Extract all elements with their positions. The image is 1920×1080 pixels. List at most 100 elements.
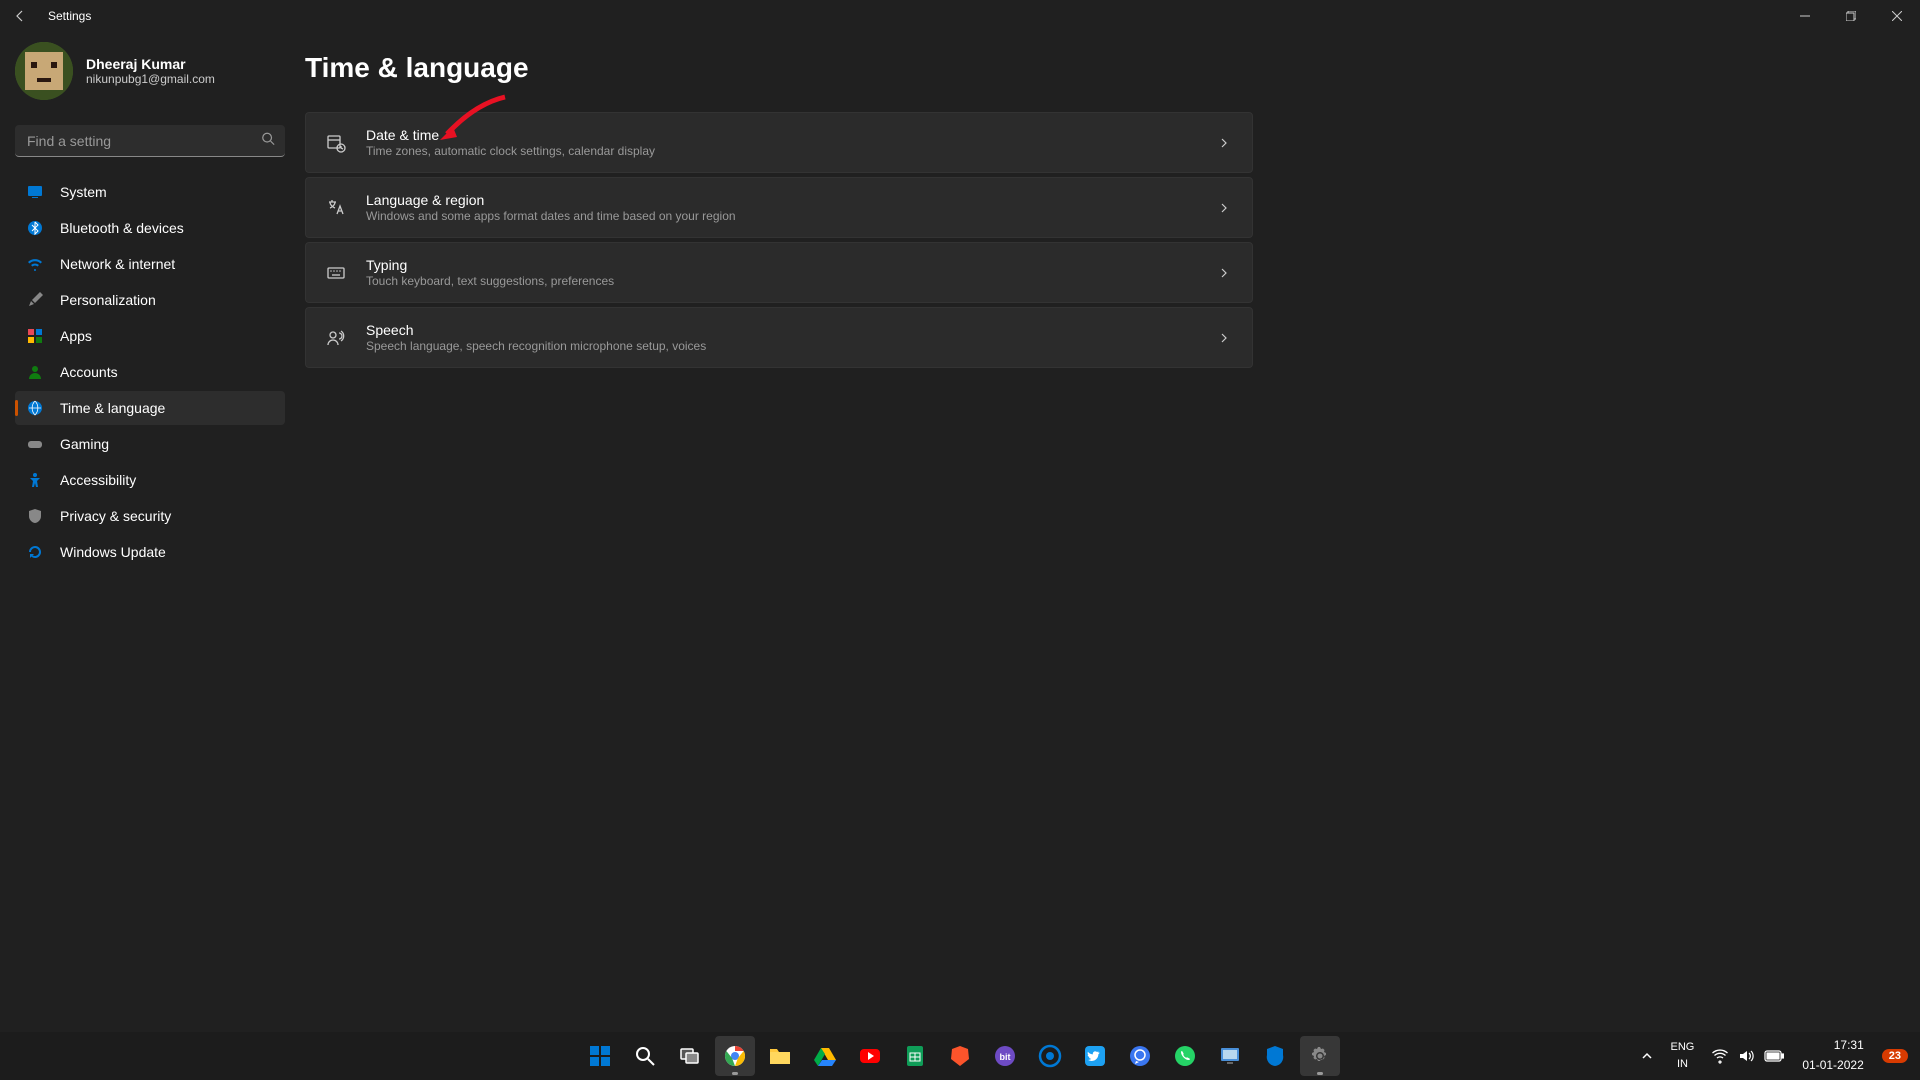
taskbar-start[interactable] [580,1036,620,1076]
search-box [15,125,285,157]
avatar [15,42,73,100]
card-speech[interactable]: Speech Speech language, speech recogniti… [305,307,1253,368]
profile-info: Dheeraj Kumar nikunpubg1@gmail.com [86,56,215,86]
keyboard-icon [326,263,346,283]
card-subtitle: Touch keyboard, text suggestions, prefer… [366,274,1196,288]
nav-item-update[interactable]: Windows Update [15,535,285,569]
calendar-clock-icon [326,133,346,153]
taskbar-search[interactable] [625,1036,665,1076]
profile-email: nikunpubg1@gmail.com [86,72,215,86]
card-title: Date & time [366,127,1196,143]
monitor-icon [27,184,43,200]
taskbar-security[interactable] [1255,1036,1295,1076]
profile-section[interactable]: Dheeraj Kumar nikunpubg1@gmail.com [15,42,285,100]
card-language-region[interactable]: Language & region Windows and some apps … [305,177,1253,238]
sidebar: Dheeraj Kumar nikunpubg1@gmail.com Syste… [0,32,300,1032]
tray-language[interactable]: ENG IN [1665,1039,1701,1073]
clock-globe-icon [27,400,43,416]
nav-item-accounts[interactable]: Accounts [15,355,285,389]
card-date-time[interactable]: Date & time Time zones, automatic clock … [305,112,1253,173]
nav-label: Apps [60,328,92,344]
nav-item-time-language[interactable]: Time & language [15,391,285,425]
close-button[interactable] [1874,0,1920,32]
nav-item-gaming[interactable]: Gaming [15,427,285,461]
taskbar-whatsapp[interactable] [1165,1036,1205,1076]
card-subtitle: Windows and some apps format dates and t… [366,209,1196,223]
taskbar-youtube[interactable] [850,1036,890,1076]
language-icon [326,198,346,218]
card-subtitle: Speech language, speech recognition micr… [366,339,1196,353]
svg-text:bit: bit [1000,1052,1011,1062]
card-typing[interactable]: Typing Touch keyboard, text suggestions,… [305,242,1253,303]
nav-label: Windows Update [60,544,166,560]
search-input[interactable] [15,125,285,157]
accessibility-icon [27,472,43,488]
nav-label: Accessibility [60,472,136,488]
card-list: Date & time Time zones, automatic clock … [305,112,1253,368]
gamepad-icon [27,436,43,452]
wifi-icon [1712,1048,1728,1064]
taskbar-settings[interactable] [1300,1036,1340,1076]
taskbar-explorer[interactable] [760,1036,800,1076]
card-title: Typing [366,257,1196,273]
chevron-right-icon [1216,200,1232,216]
nav-label: Bluetooth & devices [60,220,184,236]
nav-item-personalization[interactable]: Personalization [15,283,285,317]
card-content: Typing Touch keyboard, text suggestions,… [366,257,1196,288]
taskbar-right: ENG IN 17:31 01-01-2022 23 [1633,1036,1916,1075]
person-icon [27,364,43,380]
wifi-icon [27,256,43,272]
maximize-button[interactable] [1828,0,1874,32]
titlebar-left: Settings [10,6,91,26]
nav-item-system[interactable]: System [15,175,285,209]
nav-item-network[interactable]: Network & internet [15,247,285,281]
nav-label: Personalization [60,292,156,308]
chevron-right-icon [1216,330,1232,346]
close-icon [1892,11,1902,21]
tray-overflow[interactable] [1633,1046,1661,1066]
tray-time: 17:31 [1834,1038,1864,1054]
back-button[interactable] [10,6,30,26]
taskbar-coda[interactable] [1030,1036,1070,1076]
nav-label: Gaming [60,436,109,452]
volume-icon [1738,1048,1754,1064]
card-content: Language & region Windows and some apps … [366,192,1196,223]
nav-label: Time & language [60,400,165,416]
minimize-icon [1800,11,1810,21]
nav-label: Accounts [60,364,118,380]
nav-item-accessibility[interactable]: Accessibility [15,463,285,497]
page-title: Time & language [305,52,1880,84]
nav-item-apps[interactable]: Apps [15,319,285,353]
taskbar-twitter[interactable] [1075,1036,1115,1076]
minimize-button[interactable] [1782,0,1828,32]
nav-list: System Bluetooth & devices Network & int… [15,175,285,569]
taskbar-drive[interactable] [805,1036,845,1076]
card-content: Date & time Time zones, automatic clock … [366,127,1196,158]
nav-item-bluetooth[interactable]: Bluetooth & devices [15,211,285,245]
tray-clock[interactable]: 17:31 01-01-2022 [1796,1036,1869,1075]
nav-label: Privacy & security [60,508,171,524]
card-title: Language & region [366,192,1196,208]
nav-item-privacy[interactable]: Privacy & security [15,499,285,533]
chevron-right-icon [1216,265,1232,281]
tray-icons[interactable] [1704,1044,1792,1068]
lang-top: ENG [1671,1041,1695,1054]
speech-icon [326,328,346,348]
taskbar-brave[interactable] [940,1036,980,1076]
window-title: Settings [48,9,91,23]
taskbar-bit[interactable]: bit [985,1036,1025,1076]
card-title: Speech [366,322,1196,338]
taskbar-signal[interactable] [1120,1036,1160,1076]
card-subtitle: Time zones, automatic clock settings, ca… [366,144,1196,158]
taskbar-monitor-app[interactable] [1210,1036,1250,1076]
tray-notifications[interactable]: 23 [1874,1045,1916,1067]
battery-icon [1764,1050,1784,1062]
taskbar-sheets[interactable] [895,1036,935,1076]
taskbar-center: bit [580,1036,1340,1076]
taskbar-task-view[interactable] [670,1036,710,1076]
nav-label: System [60,184,107,200]
arrow-left-icon [12,8,28,24]
taskbar-chrome[interactable] [715,1036,755,1076]
chevron-right-icon [1216,135,1232,151]
nav-label: Network & internet [60,256,175,272]
